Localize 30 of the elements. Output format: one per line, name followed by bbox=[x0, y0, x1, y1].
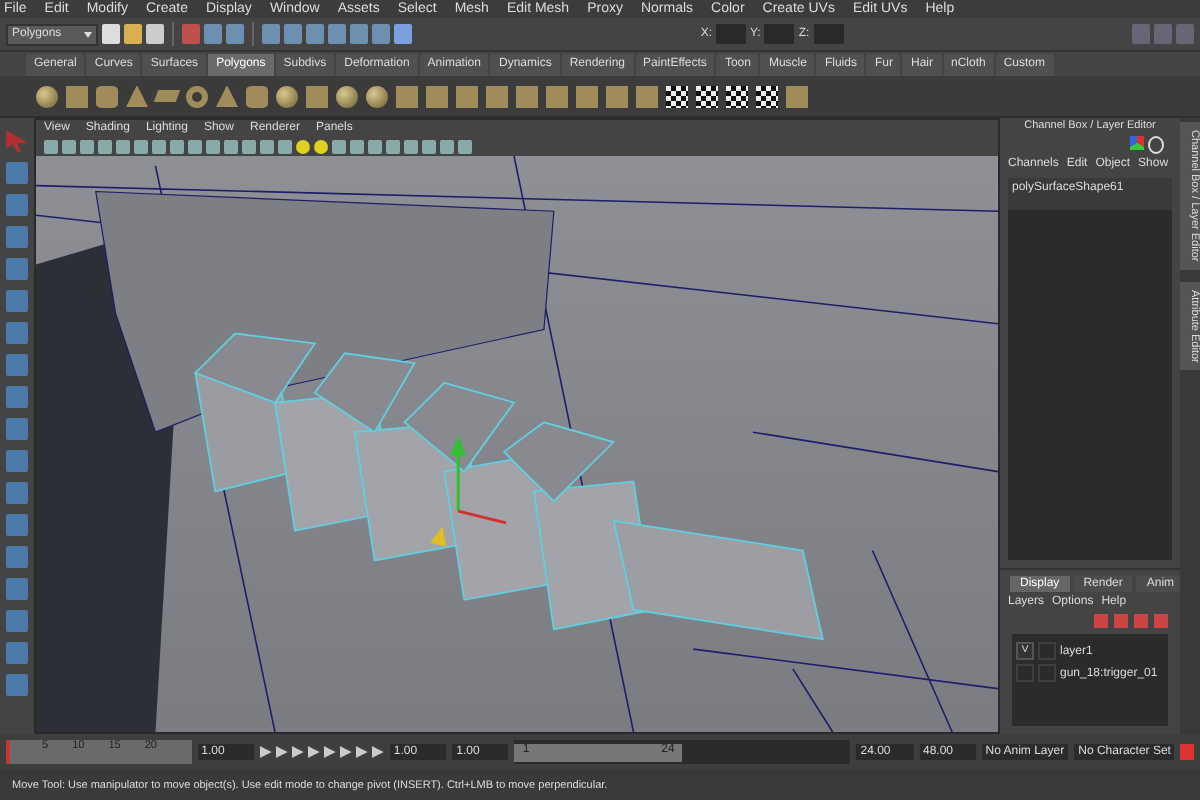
cube-icon[interactable] bbox=[516, 85, 538, 107]
coordinate-field[interactable] bbox=[716, 24, 746, 44]
cube-icon[interactable] bbox=[456, 85, 478, 107]
cube-icon[interactable] bbox=[486, 85, 508, 107]
checker-icon[interactable] bbox=[666, 85, 688, 107]
cone-icon[interactable] bbox=[216, 85, 238, 107]
cube-icon[interactable] bbox=[66, 85, 88, 107]
move-manipulator-icon[interactable] bbox=[430, 436, 507, 547]
checker-icon[interactable] bbox=[756, 85, 778, 107]
sphere-icon[interactable] bbox=[336, 85, 358, 107]
cone-icon[interactable] bbox=[126, 85, 148, 107]
checker-icon[interactable] bbox=[696, 85, 718, 107]
cube-icon[interactable] bbox=[426, 85, 448, 107]
coordinate-field[interactable] bbox=[764, 24, 795, 44]
cube-icon[interactable] bbox=[606, 85, 628, 107]
cube-icon[interactable] bbox=[396, 85, 418, 107]
cube-icon[interactable] bbox=[546, 85, 568, 107]
plane-icon[interactable] bbox=[153, 90, 181, 102]
coordinate-field[interactable] bbox=[813, 24, 844, 44]
cube-icon[interactable] bbox=[636, 85, 658, 107]
sphere-icon[interactable] bbox=[36, 85, 58, 107]
cube-icon[interactable] bbox=[306, 85, 328, 107]
sphere-icon[interactable] bbox=[276, 85, 298, 107]
sphere-icon[interactable] bbox=[366, 85, 388, 107]
current-time-marker[interactable] bbox=[6, 740, 10, 764]
ring-icon[interactable] bbox=[1148, 136, 1164, 154]
cube-icon[interactable] bbox=[576, 85, 598, 107]
checker-icon[interactable] bbox=[726, 85, 748, 107]
cube-icon[interactable] bbox=[786, 85, 808, 107]
torus-icon[interactable] bbox=[186, 85, 208, 107]
